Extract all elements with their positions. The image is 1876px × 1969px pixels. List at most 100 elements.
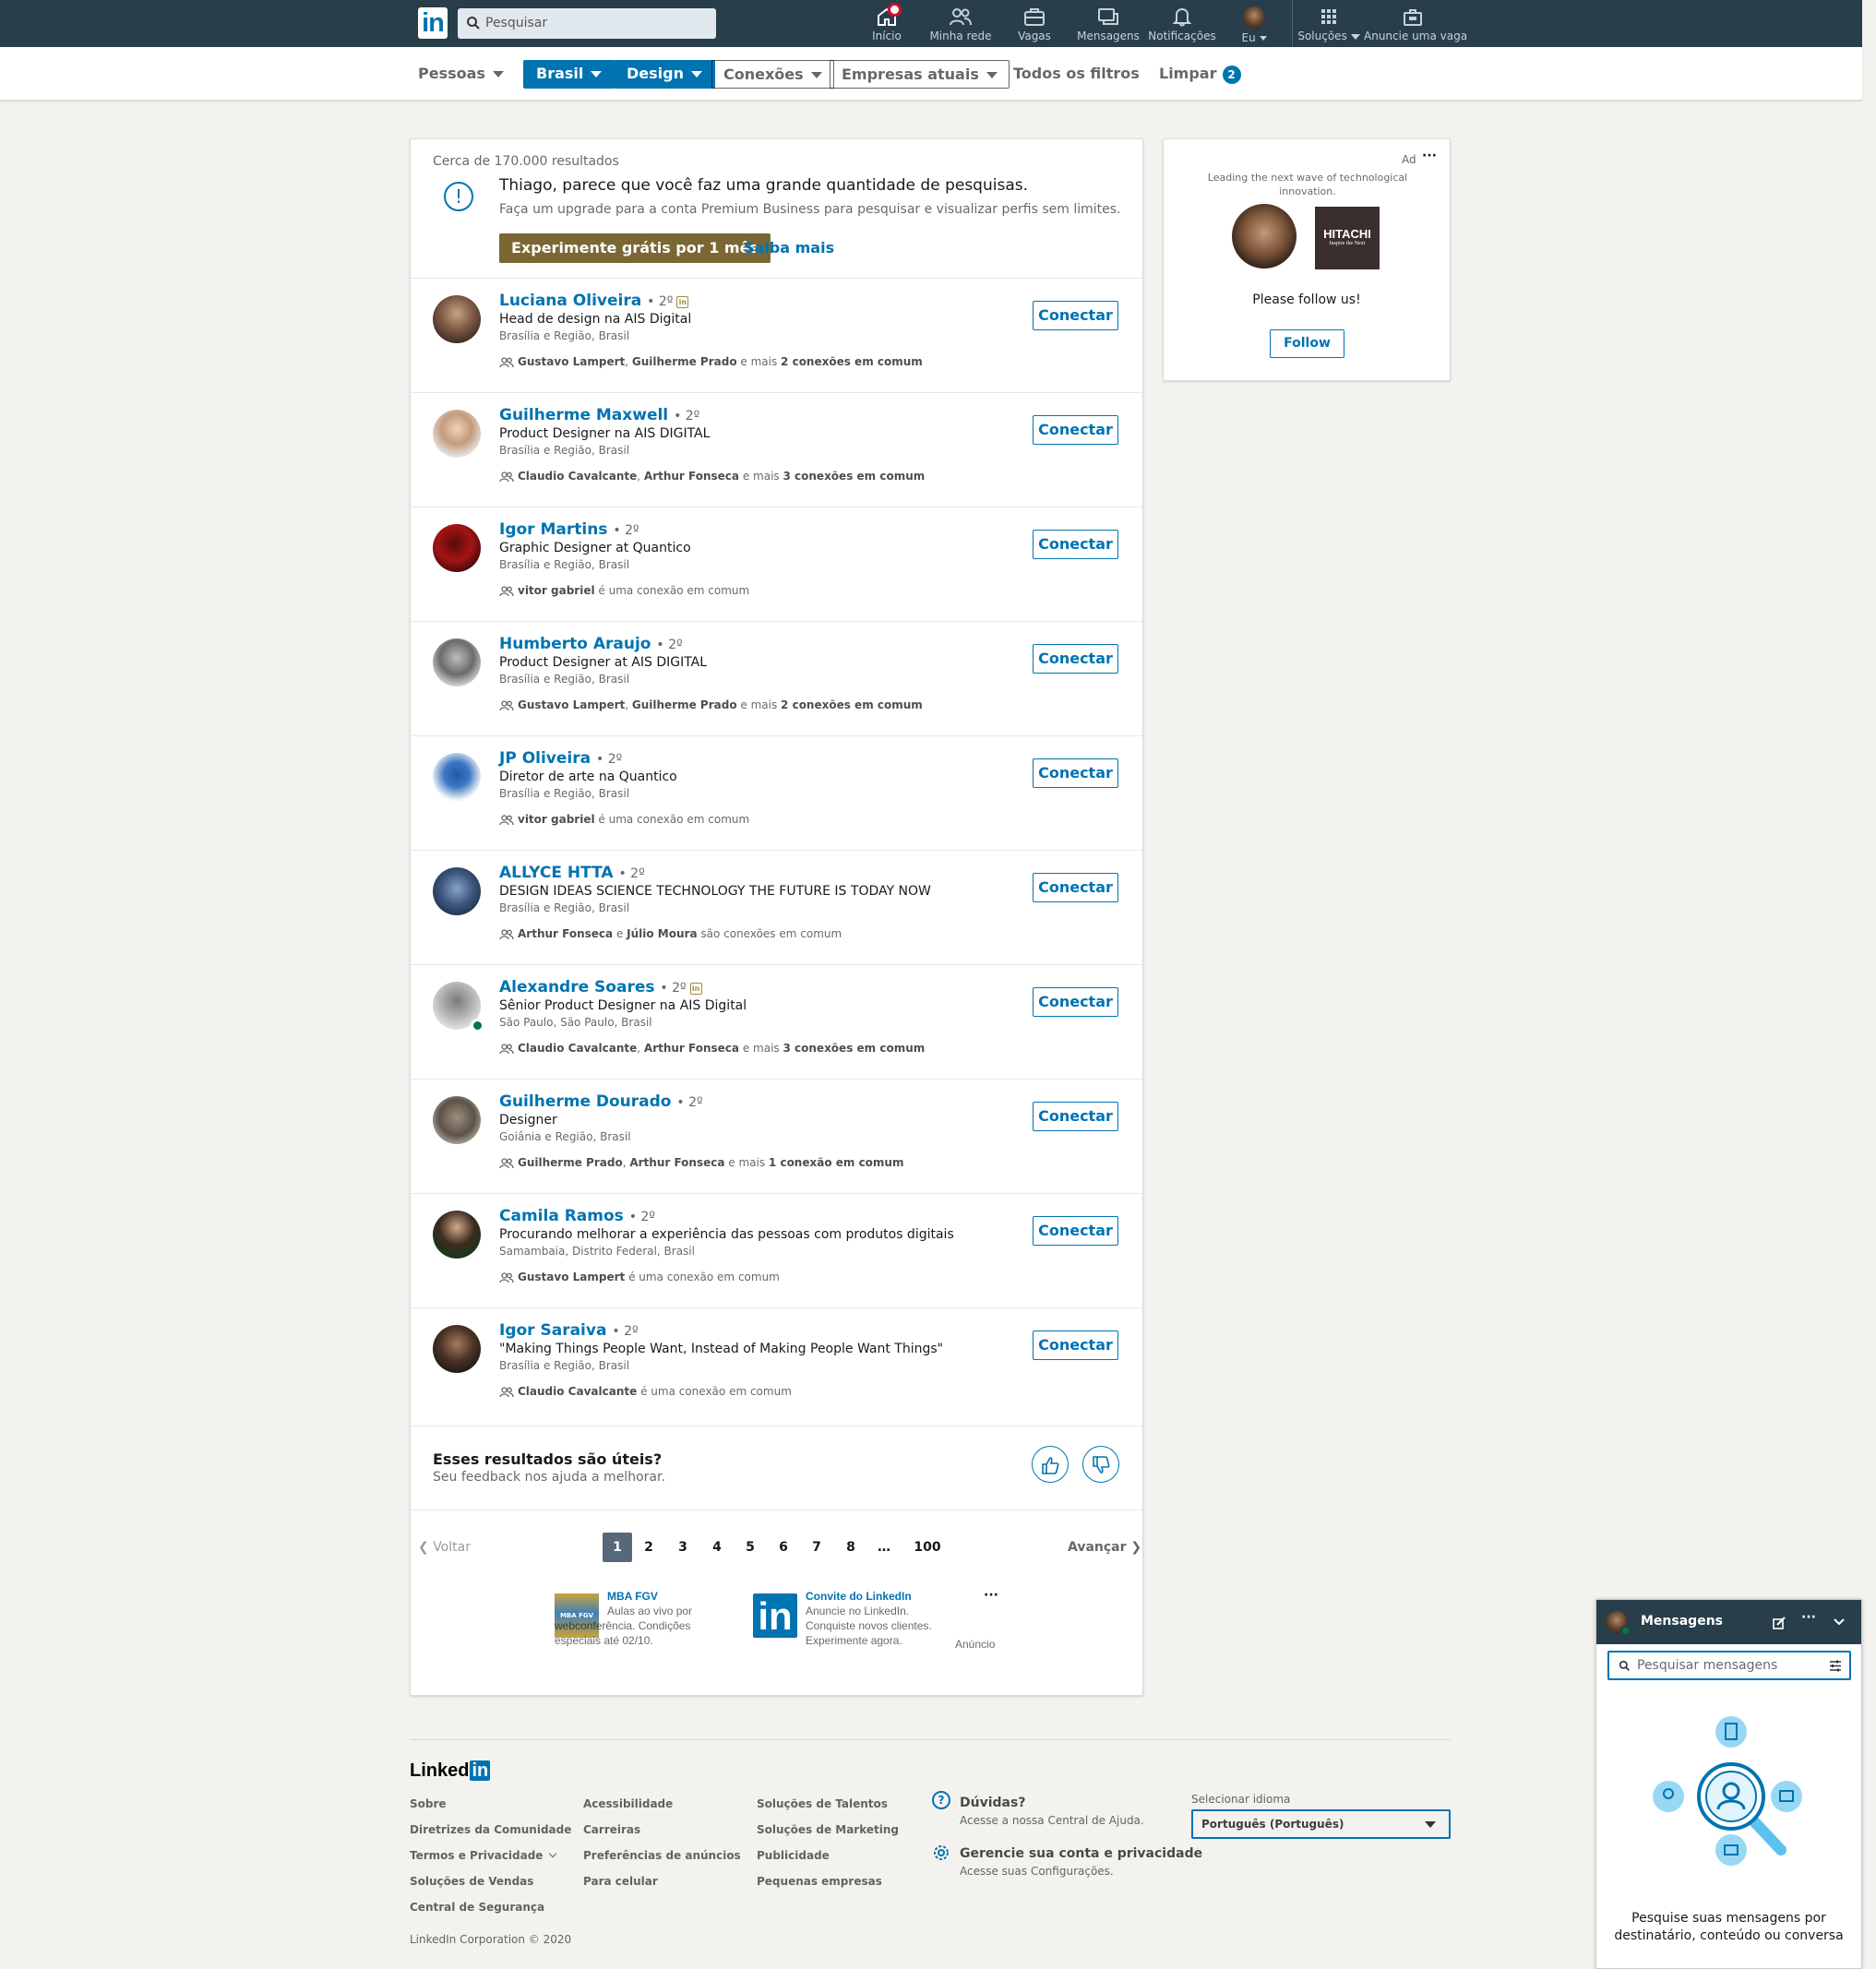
- filter-people[interactable]: Pessoas: [418, 60, 504, 89]
- pagination-page[interactable]: 2: [634, 1533, 663, 1562]
- footer-link[interactable]: Soluções de Vendas: [410, 1875, 533, 1888]
- footer-link[interactable]: Diretrizes da Comunidade: [410, 1823, 571, 1836]
- pagination-page[interactable]: 1: [603, 1533, 632, 1562]
- pagination-page[interactable]: …: [869, 1533, 899, 1562]
- avatar[interactable]: [433, 638, 481, 686]
- result-name[interactable]: Luciana Oliveira • 2º in: [499, 292, 689, 310]
- avatar[interactable]: [433, 1096, 481, 1144]
- avatar[interactable]: [433, 1325, 481, 1373]
- nav-network[interactable]: Minha rede: [924, 3, 998, 45]
- shared-connections[interactable]: Guilherme Prado, Arthur Fonseca e mais 1…: [499, 1156, 903, 1169]
- connect-button[interactable]: Conectar: [1033, 644, 1118, 674]
- messaging-search-input[interactable]: Pesquisar mensagens: [1607, 1651, 1851, 1680]
- footer-link[interactable]: Soluções de Talentos: [757, 1797, 888, 1810]
- learn-more-link[interactable]: Saiba mais: [744, 239, 834, 257]
- ad-linkedin-title[interactable]: Convite do LinkedIn: [806, 1590, 912, 1603]
- ad-more-icon[interactable]: ···: [1422, 149, 1437, 163]
- connect-button[interactable]: Conectar: [1033, 1102, 1118, 1131]
- nav-solutions[interactable]: Soluções: [1294, 3, 1364, 45]
- pagination-page[interactable]: 100: [907, 1533, 948, 1562]
- footer-link[interactable]: Preferências de anúncios: [583, 1849, 741, 1862]
- thumbs-down-button[interactable]: [1082, 1446, 1119, 1483]
- nav-home[interactable]: Início: [850, 3, 924, 45]
- shared-connections[interactable]: Gustavo Lampert, Guilherme Prado e mais …: [499, 355, 923, 368]
- shared-connections[interactable]: Arthur Fonseca e Júlio Moura são conexõe…: [499, 927, 842, 940]
- footer-logo[interactable]: Linked in: [410, 1760, 491, 1782]
- avatar[interactable]: [433, 867, 481, 915]
- footer-link[interactable]: Sobre: [410, 1797, 447, 1810]
- result-name[interactable]: Igor Saraiva • 2º: [499, 1321, 639, 1340]
- search-input[interactable]: Pesquisar: [458, 8, 716, 39]
- filter-brasil[interactable]: Brasil: [523, 60, 615, 89]
- footer-link[interactable]: Soluções de Marketing: [757, 1823, 899, 1836]
- compose-icon[interactable]: [1772, 1616, 1786, 1630]
- connect-button[interactable]: Conectar: [1033, 415, 1118, 445]
- manage-account-title[interactable]: Gerencie sua conta e privacidade: [960, 1846, 1202, 1861]
- nav-post-job[interactable]: Anuncie uma vaga: [1364, 3, 1467, 45]
- result-name[interactable]: Camila Ramos • 2º: [499, 1207, 655, 1225]
- footer-link[interactable]: Acessibilidade: [583, 1797, 673, 1810]
- connect-button[interactable]: Conectar: [1033, 301, 1118, 330]
- avatar[interactable]: [433, 410, 481, 458]
- result-name[interactable]: Guilherme Dourado • 2º: [499, 1092, 703, 1111]
- pagination-page[interactable]: 7: [802, 1533, 831, 1562]
- footer-link[interactable]: Pequenas empresas: [757, 1875, 882, 1888]
- result-name[interactable]: Guilherme Maxwell • 2º: [499, 406, 699, 424]
- pagination-next[interactable]: Avançar ❯: [1068, 1540, 1141, 1555]
- connect-button[interactable]: Conectar: [1033, 987, 1118, 1017]
- linkedin-logo[interactable]: in: [418, 7, 448, 39]
- avatar[interactable]: [433, 524, 481, 572]
- thumbs-up-button[interactable]: [1032, 1446, 1069, 1483]
- nav-jobs[interactable]: Vagas: [998, 3, 1071, 45]
- pagination-prev[interactable]: ❮ Voltar: [418, 1540, 471, 1555]
- pagination-page[interactable]: 4: [702, 1533, 732, 1562]
- connect-button[interactable]: Conectar: [1033, 873, 1118, 902]
- more-options-icon[interactable]: ···: [1801, 1610, 1816, 1625]
- chevron-down-icon[interactable]: [1833, 1617, 1846, 1627]
- nav-notifications[interactable]: Notificações: [1145, 3, 1219, 45]
- connect-button[interactable]: Conectar: [1033, 1216, 1118, 1246]
- try-premium-button[interactable]: Experimente grátis por 1 mês: [499, 233, 771, 263]
- pagination-page[interactable]: 6: [769, 1533, 798, 1562]
- shared-connections[interactable]: vitor gabriel é uma conexão em comum: [499, 584, 749, 597]
- ad-mba-title[interactable]: MBA FGV: [607, 1590, 658, 1603]
- filter-clear[interactable]: Limpar 2: [1159, 60, 1241, 89]
- result-name[interactable]: Humberto Araujo • 2º: [499, 635, 683, 653]
- nav-me[interactable]: Eu: [1219, 3, 1289, 45]
- shared-connections[interactable]: Claudio Cavalcante, Arthur Fonseca e mai…: [499, 470, 925, 483]
- footer-link[interactable]: Carreiras: [583, 1823, 640, 1836]
- connect-button[interactable]: Conectar: [1033, 530, 1118, 559]
- shared-connections[interactable]: Claudio Cavalcante é uma conexão em comu…: [499, 1385, 792, 1398]
- filter-all[interactable]: Todos os filtros: [1013, 60, 1140, 89]
- footer-link[interactable]: Publicidade: [757, 1849, 830, 1862]
- nav-messaging[interactable]: Mensagens: [1071, 3, 1145, 45]
- shared-connections[interactable]: vitor gabriel é uma conexão em comum: [499, 813, 749, 826]
- footer-link[interactable]: Central de Segurança: [410, 1901, 544, 1914]
- follow-button[interactable]: Follow: [1270, 329, 1344, 358]
- connect-button[interactable]: Conectar: [1033, 758, 1118, 788]
- filter-design[interactable]: Design: [614, 60, 715, 89]
- avatar[interactable]: [433, 753, 481, 801]
- filter-connections[interactable]: Conexões: [711, 60, 834, 89]
- result-name[interactable]: ALLYCE HTTA • 2º: [499, 864, 645, 882]
- ad-more-icon[interactable]: ···: [984, 1588, 998, 1603]
- avatar[interactable]: [433, 295, 481, 343]
- pagination-page[interactable]: 5: [735, 1533, 765, 1562]
- pagination-page[interactable]: 8: [836, 1533, 866, 1562]
- language-select[interactable]: Português (Português): [1191, 1809, 1451, 1839]
- result-name[interactable]: Alexandre Soares • 2º in: [499, 978, 702, 996]
- filter-current-companies[interactable]: Empresas atuais: [830, 60, 1010, 89]
- result-name[interactable]: Igor Martins • 2º: [499, 520, 639, 539]
- footer-link[interactable]: Para celular: [583, 1875, 658, 1888]
- connect-button[interactable]: Conectar: [1033, 1331, 1118, 1360]
- help-title[interactable]: Dúvidas?: [960, 1796, 1025, 1810]
- footer-link[interactable]: Termos e Privacidade: [410, 1849, 556, 1862]
- avatar[interactable]: [433, 1211, 481, 1259]
- linkedin-ad-logo[interactable]: in: [753, 1593, 797, 1638]
- filter-sliders-icon[interactable]: [1829, 1660, 1842, 1672]
- messaging-header[interactable]: Mensagens ···: [1596, 1600, 1861, 1644]
- shared-connections[interactable]: Gustavo Lampert é uma conexão em comum: [499, 1271, 780, 1283]
- hitachi-logo[interactable]: HITACHI Inspire the Next: [1315, 207, 1380, 269]
- result-name[interactable]: JP Oliveira • 2º: [499, 749, 622, 768]
- shared-connections[interactable]: Gustavo Lampert, Guilherme Prado e mais …: [499, 698, 923, 711]
